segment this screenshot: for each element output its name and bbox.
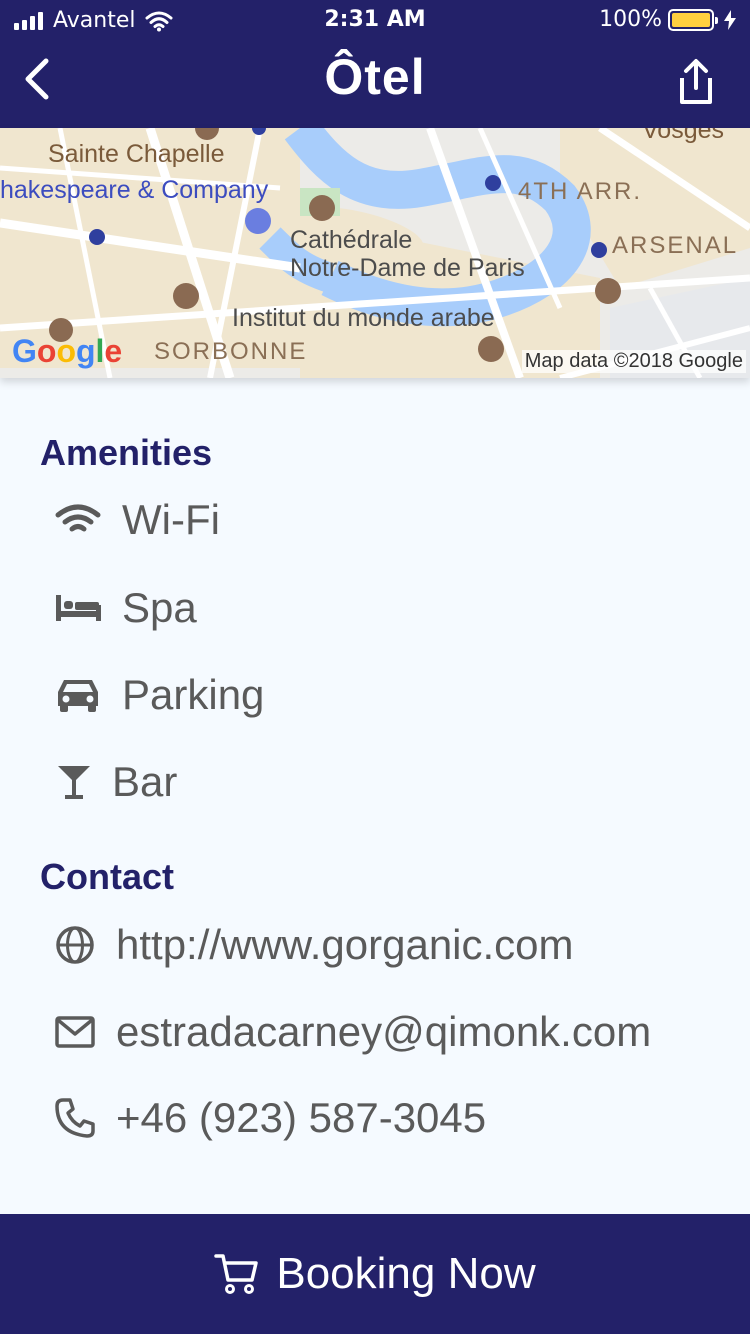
- share-button[interactable]: [668, 54, 724, 110]
- cocktail-icon: [58, 766, 90, 799]
- mail-icon: [55, 1016, 95, 1048]
- bed-icon: [56, 595, 101, 621]
- status-right: 100%: [599, 7, 736, 32]
- map-credit: Map data ©2018 Google: [521, 350, 746, 373]
- map-label: Institut du monde arabe: [232, 304, 495, 332]
- map-label: Notre-Dame de Paris: [290, 254, 525, 282]
- car-icon: [58, 680, 98, 712]
- booking-now-button[interactable]: Booking Now: [0, 1214, 750, 1334]
- status-bar: Avantel 2:31 AM 100%: [0, 0, 750, 40]
- battery-percent: 100%: [599, 7, 662, 32]
- app-title: Ôtel: [324, 49, 426, 105]
- contact-heading: Contact: [40, 856, 174, 897]
- charging-icon: [724, 9, 736, 30]
- cart-icon: [214, 1254, 259, 1294]
- contact-email[interactable]: estradacarney@qimonk.com: [54, 1002, 651, 1062]
- map-label: hakespeare & Company: [0, 176, 269, 204]
- contact-phone-label: +46 (923) 587-3045: [116, 1094, 487, 1141]
- booking-now-label: Booking Now: [276, 1249, 536, 1298]
- map-label: 4TH ARR.: [518, 178, 643, 205]
- amenities-heading: Amenities: [40, 432, 213, 473]
- map-label: Sainte Chapelle: [48, 140, 225, 168]
- amenity-label: Bar: [112, 758, 178, 805]
- amenity-wifi: Wi-Fi: [54, 490, 220, 550]
- wifi-icon: [55, 504, 101, 532]
- google-logo: Google: [12, 333, 123, 369]
- globe-icon: [56, 926, 94, 964]
- amenity-label: Wi-Fi: [122, 496, 220, 543]
- contact-email-label: estradacarney@qimonk.com: [116, 1008, 652, 1055]
- map-label: ARSENAL: [612, 232, 739, 259]
- amenity-spa: Spa: [54, 578, 197, 638]
- map-view[interactable]: Sainte Chapelle hakespeare & Company Vos…: [0, 128, 750, 378]
- amenity-label: Spa: [122, 584, 197, 631]
- contact-website[interactable]: http://www.gorganic.com: [54, 915, 574, 975]
- map-label: Cathédrale: [290, 226, 413, 254]
- phone-icon: [55, 1098, 95, 1138]
- share-icon: [680, 59, 712, 104]
- map-label: SORBONNE: [154, 338, 308, 365]
- battery-icon: [668, 8, 718, 31]
- amenity-bar: Bar: [54, 752, 177, 812]
- amenity-label: Parking: [122, 671, 265, 718]
- nav-bar: Ôtel: [0, 40, 750, 128]
- amenity-parking: Parking: [54, 665, 264, 725]
- contact-website-label: http://www.gorganic.com: [116, 921, 574, 968]
- map-label: Vosges: [642, 128, 725, 144]
- contact-phone[interactable]: +46 (923) 587-3045: [54, 1088, 486, 1148]
